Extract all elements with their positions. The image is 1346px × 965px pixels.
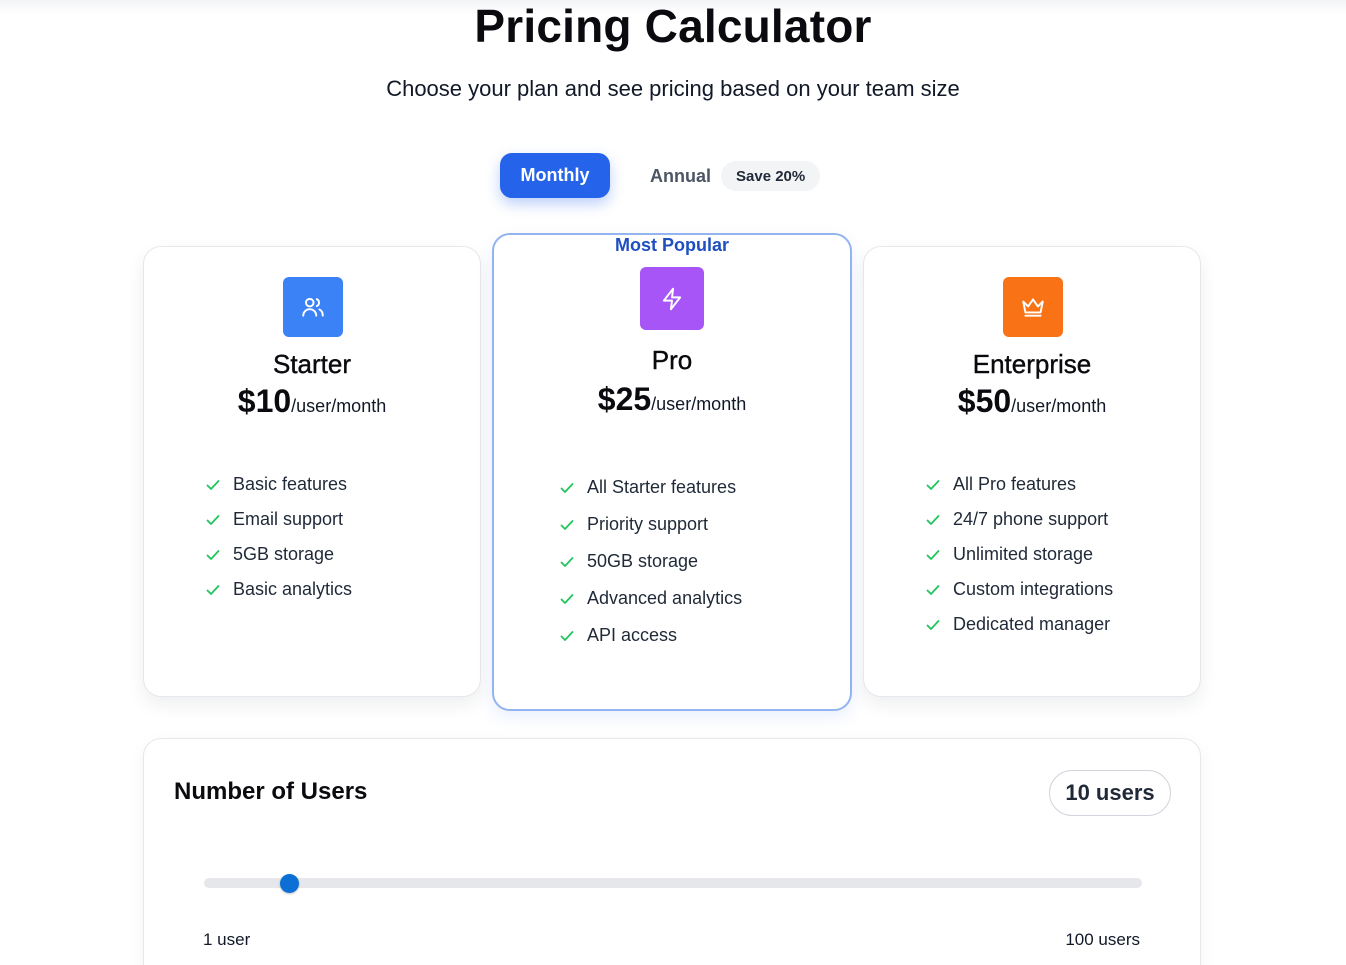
price-unit: /user/month bbox=[1011, 396, 1107, 416]
crown-icon bbox=[1003, 277, 1063, 337]
feature-label: Email support bbox=[233, 509, 344, 529]
feature-item: 50GB storage bbox=[559, 543, 742, 580]
plan-card-pro[interactable]: Most Popular Pro $25/user/month All Star… bbox=[492, 233, 852, 711]
price-unit: /user/month bbox=[651, 394, 747, 414]
price-amount: $10 bbox=[237, 383, 292, 419]
lightning-icon bbox=[640, 267, 704, 330]
plan-name: Starter bbox=[272, 349, 352, 379]
feature-label: Basic features bbox=[233, 474, 348, 494]
users-icon bbox=[283, 277, 343, 337]
most-popular-badge: Most Popular bbox=[614, 235, 729, 255]
feature-list: All Starter features Priority support 50… bbox=[559, 469, 742, 654]
slider-thumb[interactable] bbox=[280, 874, 300, 893]
check-icon bbox=[206, 479, 220, 490]
check-icon bbox=[560, 519, 574, 530]
feature-item: Unlimited storage bbox=[925, 537, 1113, 572]
check-icon bbox=[206, 514, 220, 525]
feature-item: Custom integrations bbox=[925, 572, 1113, 607]
feature-label: Unlimited storage bbox=[953, 544, 1094, 564]
feature-item: All Starter features bbox=[559, 469, 742, 506]
feature-item: Dedicated manager bbox=[925, 607, 1113, 642]
plan-card-enterprise[interactable]: Enterprise $50/user/month All Pro featur… bbox=[863, 246, 1201, 697]
feature-item: API access bbox=[559, 617, 742, 654]
feature-list: All Pro features 24/7 phone support Unli… bbox=[925, 467, 1113, 642]
check-icon bbox=[926, 479, 940, 490]
plan-card-starter[interactable]: Starter $10/user/month Basic features Em… bbox=[143, 246, 481, 697]
feature-label: 50GB storage bbox=[587, 551, 699, 571]
check-icon bbox=[206, 549, 220, 560]
slider-max-label: 100 users bbox=[1065, 930, 1140, 949]
price-amount: $50 bbox=[957, 383, 1012, 419]
price-unit: /user/month bbox=[291, 396, 387, 416]
feature-item: 5GB storage bbox=[205, 537, 352, 572]
users-title: Number of Users bbox=[174, 778, 368, 805]
check-icon bbox=[926, 584, 940, 595]
feature-item: Priority support bbox=[559, 506, 742, 543]
monthly-toggle-button[interactable]: Monthly bbox=[500, 153, 610, 198]
feature-label: All Starter features bbox=[587, 477, 737, 497]
check-icon bbox=[206, 584, 220, 595]
annual-label: Annual bbox=[650, 165, 711, 186]
check-icon bbox=[560, 556, 574, 567]
plan-price: $50/user/month bbox=[864, 383, 1200, 420]
feature-item: Advanced analytics bbox=[559, 580, 742, 617]
feature-item: All Pro features bbox=[925, 467, 1113, 502]
plan-price: $25/user/month bbox=[494, 381, 850, 418]
feature-item: Basic analytics bbox=[205, 572, 352, 607]
plan-price: $10/user/month bbox=[144, 383, 480, 420]
slider-min-label: 1 user bbox=[203, 930, 251, 949]
page-subtitle: Choose your plan and see pricing based o… bbox=[386, 76, 960, 101]
check-icon bbox=[926, 619, 940, 630]
feature-label: Dedicated manager bbox=[953, 614, 1111, 634]
users-slider[interactable] bbox=[204, 874, 1142, 893]
page-title: Pricing Calculator bbox=[474, 0, 872, 52]
user-count-badge: 10 users bbox=[1049, 770, 1171, 816]
plan-name: Enterprise bbox=[972, 349, 1092, 379]
annual-toggle-button[interactable]: Annual Save 20% bbox=[638, 159, 821, 193]
feature-label: API access bbox=[587, 625, 678, 645]
check-icon bbox=[560, 593, 574, 604]
feature-label: Basic analytics bbox=[233, 579, 353, 599]
feature-item: Basic features bbox=[205, 467, 352, 502]
price-amount: $25 bbox=[597, 381, 652, 417]
check-icon bbox=[926, 549, 940, 560]
plan-name: Pro bbox=[651, 345, 693, 375]
pricing-page: Pricing Calculator Choose your plan and … bbox=[0, 0, 1346, 965]
check-icon bbox=[560, 482, 574, 493]
feature-label: Custom integrations bbox=[953, 579, 1114, 599]
feature-label: Priority support bbox=[587, 514, 709, 534]
users-section: Number of Users 10 users 1 user 100 user… bbox=[143, 738, 1201, 965]
feature-list: Basic features Email support 5GB storage… bbox=[205, 467, 352, 607]
feature-label: 24/7 phone support bbox=[953, 509, 1109, 529]
feature-label: 5GB storage bbox=[233, 544, 335, 564]
check-icon bbox=[926, 514, 940, 525]
save-badge: Save 20% bbox=[721, 161, 821, 191]
feature-label: Advanced analytics bbox=[587, 588, 743, 608]
feature-label: All Pro features bbox=[953, 474, 1077, 494]
feature-item: 24/7 phone support bbox=[925, 502, 1113, 537]
check-icon bbox=[560, 630, 574, 641]
feature-item: Email support bbox=[205, 502, 352, 537]
